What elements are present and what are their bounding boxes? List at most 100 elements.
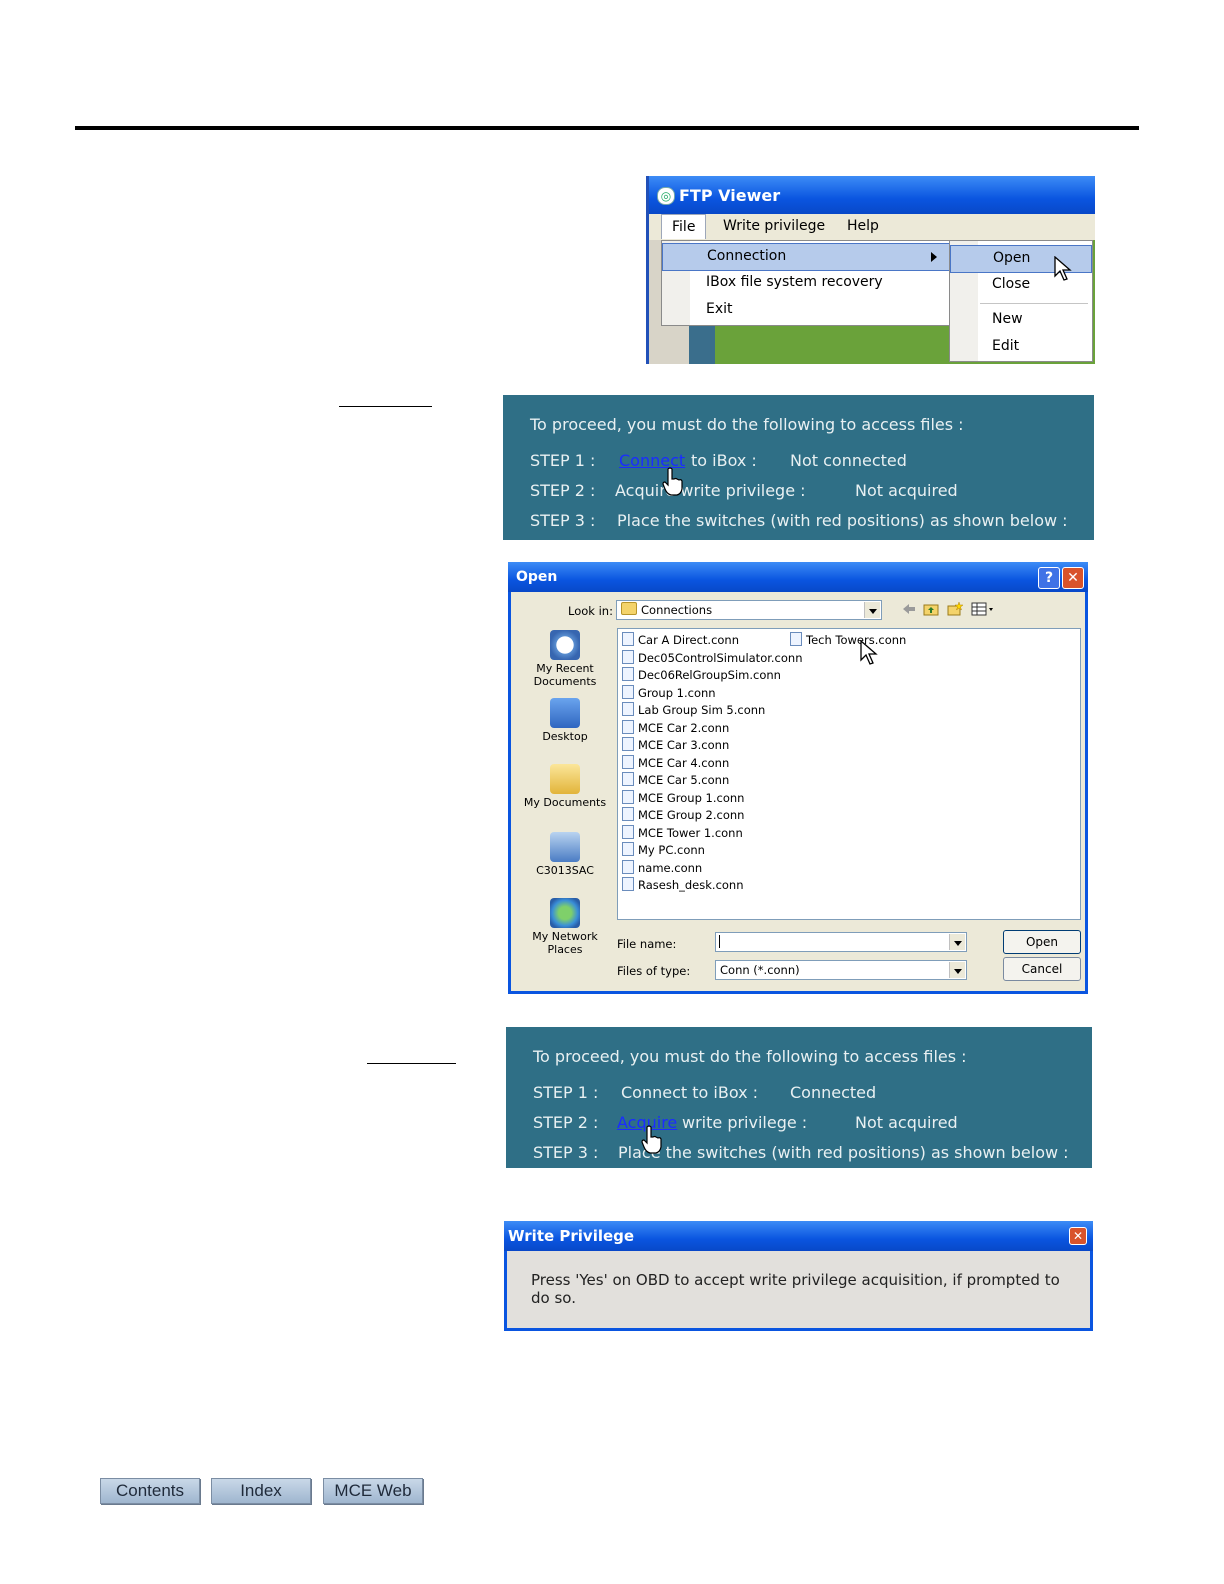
conn-file-icon — [622, 649, 634, 664]
submenu-item-edit[interactable]: Edit — [950, 334, 1092, 360]
file-item[interactable]: MCE Car 5.conn — [622, 772, 729, 789]
chevron-down-icon[interactable] — [949, 962, 965, 978]
place-my-recent-documents[interactable]: My Recent Documents — [521, 630, 609, 688]
panel-intro: To proceed, you must do the following to… — [533, 1047, 967, 1066]
place-my-network-places[interactable]: My Network Places — [521, 898, 609, 956]
back-arrow-icon[interactable] — [901, 602, 917, 616]
file-item[interactable]: MCE Car 2.conn — [622, 719, 729, 737]
view-menu-icon[interactable] — [971, 602, 995, 616]
help-icon[interactable]: ? — [1038, 567, 1060, 589]
file-item[interactable]: MCE Car 3.conn — [622, 737, 729, 754]
file-item[interactable]: Dec05ControlSimulator.conn — [622, 649, 803, 667]
step2-label: STEP 2 : — [533, 1113, 599, 1132]
annotation-underline — [367, 1063, 456, 1064]
computer-icon — [550, 832, 580, 862]
file-item[interactable]: name.conn — [622, 859, 702, 877]
menu-file[interactable]: File — [661, 214, 707, 239]
menu-item-connection[interactable]: Connection — [662, 243, 950, 271]
arrow-cursor-icon — [860, 640, 878, 665]
place-desktop[interactable]: Desktop — [521, 698, 609, 743]
write-privilege-titlebar: Write Privilege ✕ — [504, 1221, 1093, 1251]
contents-button[interactable]: Contents — [100, 1478, 200, 1504]
place-computer[interactable]: C3013SAC — [521, 832, 609, 877]
network-places-icon — [550, 898, 580, 928]
step3-text: Place the switches (with red positions) … — [617, 511, 1068, 530]
file-item[interactable]: Car A Direct.conn — [622, 632, 739, 649]
mce-web-button[interactable]: MCE Web — [323, 1478, 423, 1504]
conn-file-icon — [622, 859, 634, 874]
submenu-arrow-icon — [931, 252, 937, 262]
my-documents-icon — [550, 764, 580, 794]
hand-cursor-icon — [641, 1125, 662, 1154]
cancel-button[interactable]: Cancel — [1003, 957, 1081, 981]
file-item[interactable]: Lab Group Sim 5.conn — [622, 702, 765, 719]
conn-file-icon — [622, 684, 634, 699]
open-dialog: Open ? ✕ Look in: Connections My Recent … — [508, 562, 1088, 994]
file-item[interactable]: MCE Tower 1.conn — [622, 824, 743, 842]
arrow-cursor-icon — [1054, 256, 1072, 281]
panel-intro: To proceed, you must do the following to… — [530, 415, 964, 434]
ftp-viewer-title: FTP Viewer — [679, 186, 781, 205]
close-icon[interactable]: ✕ — [1062, 567, 1084, 589]
file-item[interactable]: Group 1.conn — [622, 684, 716, 702]
look-in-select[interactable]: Connections — [616, 600, 882, 620]
step1-status: Not connected — [790, 451, 907, 470]
step3-text: Place the switches (with red positions) … — [618, 1143, 1069, 1162]
file-item[interactable]: Rasesh_desk.conn — [622, 877, 744, 894]
conn-file-icon — [622, 824, 634, 839]
conn-file-icon — [622, 702, 634, 716]
header-rule — [75, 126, 1139, 130]
file-item[interactable]: Tech Towers.conn — [790, 632, 906, 649]
step1-status: Connected — [790, 1083, 877, 1102]
write-privilege-dialog: Write Privilege ✕ Press 'Yes' on OBD to … — [504, 1221, 1093, 1331]
file-item[interactable]: MCE Group 1.conn — [622, 789, 744, 807]
ftp-viewer-window: ◎ FTP Viewer File Write privilege Help C… — [646, 176, 1095, 364]
step1-text: to iBox : — [691, 451, 757, 470]
access-steps-panel-acquire: To proceed, you must do the following to… — [506, 1027, 1092, 1168]
file-type-label: Files of type: — [617, 964, 691, 978]
submenu-item-new[interactable]: New — [950, 307, 1092, 333]
conn-file-icon — [622, 632, 634, 646]
conn-file-icon — [622, 842, 634, 856]
annotation-underline — [339, 406, 432, 407]
conn-file-icon — [790, 632, 802, 646]
look-in-label: Look in: — [568, 604, 613, 618]
menu-item-ibox-recovery[interactable]: IBox file system recovery — [662, 270, 950, 296]
place-my-documents[interactable]: My Documents — [521, 764, 609, 809]
conn-file-icon — [622, 807, 634, 821]
step2-text: write privilege : — [682, 1113, 808, 1132]
menu-write-privilege[interactable]: Write privilege — [723, 218, 825, 234]
close-icon[interactable]: ✕ — [1069, 1227, 1087, 1245]
chevron-down-icon[interactable] — [864, 602, 880, 618]
chevron-down-icon[interactable] — [949, 934, 965, 950]
access-steps-panel-connect: To proceed, you must do the following to… — [503, 395, 1094, 540]
new-folder-icon[interactable] — [947, 602, 963, 616]
conn-file-icon — [622, 754, 634, 769]
file-list[interactable]: Car A Direct.conn Dec05ControlSimulator.c… — [617, 628, 1081, 920]
file-item[interactable]: My PC.conn — [622, 842, 705, 859]
index-button[interactable]: Index — [211, 1478, 311, 1504]
file-item[interactable]: MCE Car 4.conn — [622, 754, 729, 772]
step3-label: STEP 3 : — [530, 511, 596, 530]
conn-file-icon — [622, 719, 634, 734]
file-name-input[interactable] — [715, 932, 967, 952]
file-item[interactable]: Dec06RelGroupSim.conn — [622, 667, 781, 684]
up-folder-icon[interactable] — [923, 602, 939, 616]
app-icon: ◎ — [657, 187, 675, 205]
step2-label: STEP 2 : — [530, 481, 596, 500]
folder-icon — [621, 602, 637, 615]
menu-item-exit[interactable]: Exit — [662, 297, 950, 323]
open-dialog-title: Open — [516, 569, 558, 585]
conn-file-icon — [622, 772, 634, 786]
menu-help[interactable]: Help — [847, 218, 879, 234]
step2-status: Not acquired — [855, 1113, 958, 1132]
desktop-icon — [550, 698, 580, 728]
file-type-select[interactable]: Conn (*.conn) — [715, 960, 967, 980]
conn-file-icon — [622, 737, 634, 751]
step2-status: Not acquired — [855, 481, 958, 500]
write-privilege-message: Press 'Yes' on OBD to accept write privi… — [531, 1271, 1060, 1307]
ftp-viewer-titlebar: ◎ FTP Viewer — [649, 176, 1095, 214]
open-button[interactable]: Open — [1003, 930, 1081, 954]
menubar: File Write privilege Help — [649, 214, 1095, 240]
file-item[interactable]: MCE Group 2.conn — [622, 807, 744, 824]
